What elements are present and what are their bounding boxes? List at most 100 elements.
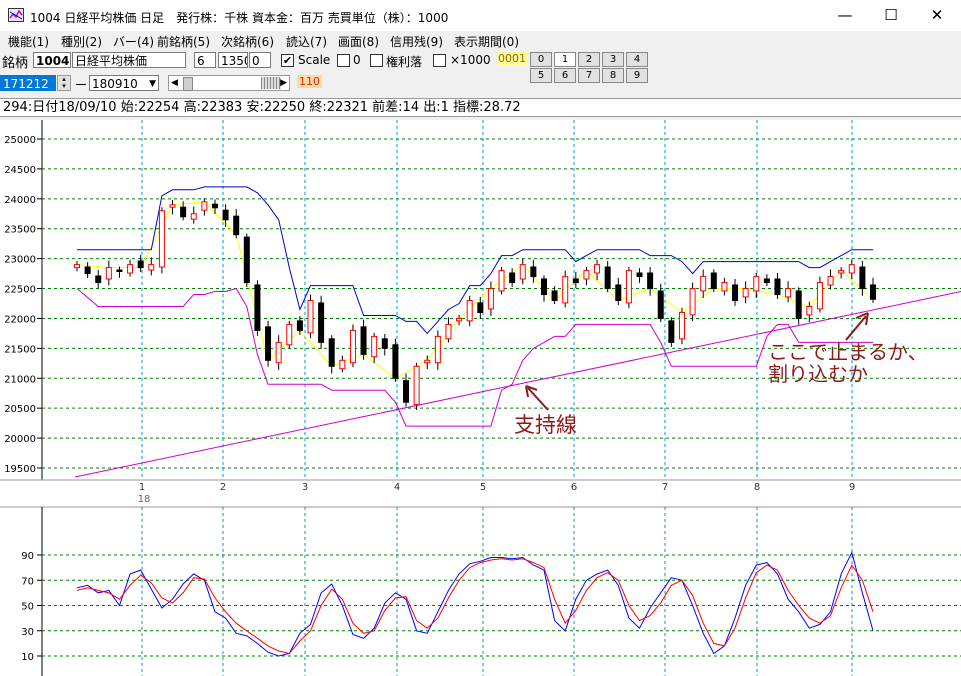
y-tick-label: 20000 bbox=[4, 434, 36, 445]
indicator-y-tick-label: 90 bbox=[21, 551, 34, 562]
zero-checkbox[interactable] bbox=[337, 54, 350, 67]
menu-shubetsu[interactable]: 種別(2) bbox=[61, 33, 102, 50]
candle bbox=[785, 288, 792, 298]
candle bbox=[530, 266, 537, 278]
candle bbox=[318, 302, 325, 343]
num-button-6[interactable]: 6 bbox=[554, 68, 576, 83]
candle bbox=[615, 284, 622, 302]
y-tick-label: 23000 bbox=[4, 255, 36, 266]
scale-checkbox[interactable]: ✔ bbox=[281, 54, 294, 67]
candle bbox=[403, 380, 410, 403]
num-button-0[interactable]: 0 bbox=[530, 52, 552, 67]
candle bbox=[233, 215, 240, 236]
scroll-thumb[interactable] bbox=[183, 77, 193, 91]
scroll-bar[interactable]: ◀ ▶ bbox=[168, 75, 290, 91]
menu-bar-item[interactable]: バー(4) bbox=[113, 33, 154, 50]
candle bbox=[466, 300, 473, 322]
menu-screen[interactable]: 画面(8) bbox=[338, 33, 379, 50]
candle bbox=[859, 266, 866, 290]
num-button-1[interactable]: 1 bbox=[554, 52, 576, 67]
candle bbox=[201, 201, 208, 211]
x-tick-label: 5 bbox=[480, 482, 486, 493]
chart-area[interactable]: 25000 24500 24000 23500 23000 22500 22000 21500… bbox=[0, 117, 961, 676]
candle bbox=[870, 284, 876, 300]
candle bbox=[254, 284, 261, 331]
candle bbox=[678, 311, 685, 340]
kenri-checkbox[interactable] bbox=[370, 54, 383, 67]
x-tick-label: 1 bbox=[139, 482, 145, 493]
x-tick-label: 9 bbox=[849, 482, 855, 493]
y-tick-label: 22500 bbox=[4, 285, 36, 296]
date-from-input[interactable]: 171212 bbox=[0, 75, 56, 91]
toolbar: 銘柄 1004 日経平均株価 6 1350 0 ✔ Scale 0 権利落 ×1… bbox=[0, 50, 961, 98]
y-tick-label: 20500 bbox=[4, 404, 36, 415]
close-button[interactable]: ✕ bbox=[914, 0, 960, 31]
candle bbox=[339, 359, 346, 370]
candle bbox=[105, 267, 112, 280]
x1000-label: ×1000 bbox=[450, 53, 491, 67]
title-bar: 1004 日経平均株価 日足 発行株：千株 資本金：百万 売買単位（株）：100… bbox=[0, 0, 961, 31]
menu-credit[interactable]: 信用残(9) bbox=[390, 33, 443, 50]
y-tick-label: 22000 bbox=[4, 314, 36, 325]
candle bbox=[689, 288, 696, 316]
window-title: 1004 日経平均株価 日足 発行株：千株 資本金：百万 売買単位（株）：100… bbox=[30, 11, 449, 25]
maximize-button[interactable]: ☐ bbox=[868, 0, 914, 31]
x-tick-label: 8 bbox=[754, 482, 760, 493]
param-a-input[interactable]: 6 bbox=[194, 52, 216, 68]
x-tick-label: 7 bbox=[662, 482, 668, 493]
candle bbox=[456, 317, 463, 322]
candle bbox=[84, 266, 91, 275]
scroll-left-icon[interactable]: ◀ bbox=[171, 76, 178, 90]
candle bbox=[371, 335, 378, 358]
date-to-value: 180910 bbox=[92, 77, 138, 91]
x-tick-label: 2 bbox=[220, 482, 226, 493]
candle bbox=[180, 206, 187, 218]
menu-kinou[interactable]: 機能(1) bbox=[8, 33, 49, 50]
scroll-grip[interactable] bbox=[261, 77, 281, 89]
candle bbox=[498, 270, 505, 292]
num-button-3[interactable]: 3 bbox=[602, 52, 624, 67]
candle bbox=[349, 329, 356, 364]
candle bbox=[286, 323, 293, 346]
num-button-9[interactable]: 9 bbox=[626, 68, 648, 83]
support-line-label: 支持線 bbox=[514, 413, 577, 437]
candle bbox=[137, 260, 144, 269]
chevron-down-icon: ▼ bbox=[149, 79, 156, 89]
candle bbox=[636, 272, 643, 278]
num-button-5[interactable]: 5 bbox=[530, 68, 552, 83]
menu-display-period[interactable]: 表示期間(0) bbox=[454, 33, 519, 50]
x1000-checkbox[interactable] bbox=[433, 54, 446, 67]
code-input[interactable]: 1004 bbox=[33, 52, 71, 68]
num-button-8[interactable]: 8 bbox=[602, 68, 624, 83]
y-tick-label: 23500 bbox=[4, 225, 36, 236]
param-b-input[interactable]: 1350 bbox=[218, 52, 248, 68]
candle bbox=[307, 300, 314, 334]
menu-bar: 機能(1) 種別(2) バー(4) 前銘柄(5) 次銘柄(6) 読込(7) 画面… bbox=[0, 31, 961, 50]
num-button-2[interactable]: 2 bbox=[578, 52, 600, 67]
num-button-7[interactable]: 7 bbox=[578, 68, 600, 83]
candle bbox=[413, 365, 420, 406]
candle bbox=[296, 320, 303, 331]
candle bbox=[392, 344, 399, 379]
name-input[interactable]: 日経平均株価 bbox=[72, 52, 186, 68]
date-spinner[interactable]: ▴ ▾ bbox=[57, 75, 71, 91]
num-button-4[interactable]: 4 bbox=[626, 52, 648, 67]
candle bbox=[827, 276, 834, 286]
minimize-button[interactable]: — bbox=[822, 0, 868, 31]
candle bbox=[594, 264, 601, 274]
candle bbox=[710, 272, 717, 290]
menu-next-stock[interactable]: 次銘柄(6) bbox=[221, 33, 274, 50]
candle bbox=[445, 323, 452, 340]
date-to-select[interactable]: 180910 ▼ bbox=[89, 75, 159, 91]
param-c-input[interactable]: 0 bbox=[249, 52, 271, 68]
range-dash: ー bbox=[75, 78, 88, 92]
candle bbox=[127, 264, 134, 274]
candle bbox=[795, 290, 802, 319]
scroll-right-icon[interactable]: ▶ bbox=[280, 76, 287, 90]
candle bbox=[360, 326, 367, 355]
menu-load[interactable]: 読込(7) bbox=[286, 33, 327, 50]
candle bbox=[265, 326, 272, 361]
annotation-line1: ここで止まるか、 bbox=[768, 340, 928, 364]
menu-prev-stock[interactable]: 前銘柄(5) bbox=[157, 33, 210, 50]
candle bbox=[732, 284, 739, 302]
